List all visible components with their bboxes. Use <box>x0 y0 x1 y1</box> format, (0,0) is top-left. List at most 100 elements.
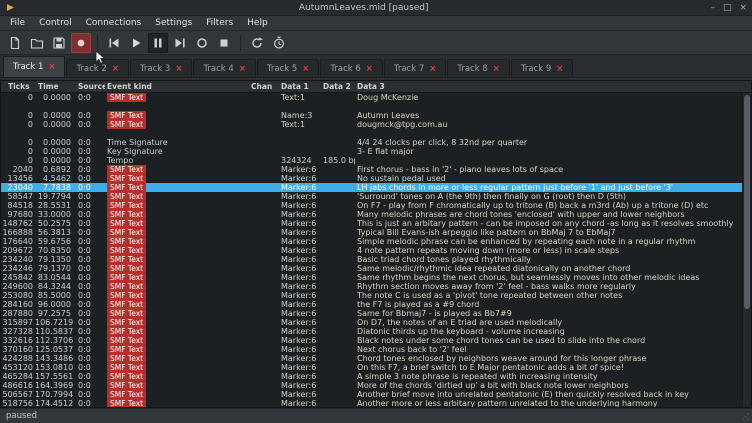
table-row[interactable]: 17664059.67560:0SMF TextMarker:6Simple m… <box>1 237 742 246</box>
table-row[interactable]: 20400.68920:0SMF TextMarker:6First choru… <box>1 165 742 174</box>
table-row[interactable]: 20967270.83500:0SMF TextMarker:64 note p… <box>1 246 742 255</box>
table-row[interactable]: 134564.54620:0SMF TextMarker:6No sustain… <box>1 174 742 183</box>
tab-close-icon[interactable]: × <box>366 65 373 73</box>
table-row[interactable]: 5854719.77940:0SMF TextMarker:6'Surround… <box>1 192 742 201</box>
scrollbar-thumb[interactable] <box>744 95 750 309</box>
tab-track-3[interactable]: Track 3× <box>130 59 192 77</box>
table-row[interactable]: 23424079.13500:0SMF TextMarker:6Basic tr… <box>1 255 742 264</box>
table-row[interactable]: 00.00000:0Time Signature4/4 24 clocks pe… <box>1 138 742 147</box>
cell-time: 70.8350 <box>35 246 75 255</box>
column-header-ticks[interactable]: Ticks <box>1 81 35 92</box>
skip-forward-button[interactable] <box>170 33 190 53</box>
new-file-button[interactable] <box>5 33 25 53</box>
tab-track-9[interactable]: Track 9× <box>511 59 573 77</box>
table-row[interactable]: 370160125.05370:0SMF TextMarker:6Next ch… <box>1 345 742 354</box>
cell-chan <box>251 120 279 129</box>
table-row[interactable]: 230407.78380:0SMF TextMarker:6LH jabs ch… <box>1 183 742 192</box>
tab-close-icon[interactable]: × <box>493 65 500 73</box>
cell-kind: SMF Text <box>105 237 251 246</box>
table-row[interactable]: 24584283.05440:0SMF TextMarker:6Same rhy… <box>1 273 742 282</box>
cell-data2 <box>321 147 355 156</box>
table-row[interactable]: 25308085.50000:0SMF TextMarker:6The note… <box>1 291 742 300</box>
cell-source: 0:0 <box>75 300 105 309</box>
close-button[interactable]: × <box>739 1 747 15</box>
cell-kind: SMF Text <box>105 255 251 264</box>
table-row[interactable]: 506567170.79940:0SMF TextMarker:6Another… <box>1 390 742 399</box>
column-header-data1[interactable]: Data 1 <box>279 81 321 92</box>
record-arm-button[interactable] <box>71 33 91 53</box>
cell-kind: SMF Text <box>105 174 251 183</box>
minimize-button[interactable]: – <box>710 1 715 15</box>
play-button[interactable] <box>126 33 146 53</box>
tab-track-8[interactable]: Track 8× <box>447 59 509 77</box>
tab-track-2[interactable]: Track 2× <box>66 59 128 77</box>
table-row[interactable]: 332616112.37060:0SMF TextMarker:6Black n… <box>1 336 742 345</box>
cell-kind: SMF Text <box>105 93 251 102</box>
timer-button[interactable] <box>269 33 289 53</box>
table-row[interactable]: 16688856.38130:0SMF TextMarker:6Typical … <box>1 228 742 237</box>
record-button[interactable] <box>192 33 212 53</box>
tab-close-icon[interactable]: × <box>239 65 246 73</box>
tab-close-icon[interactable]: × <box>429 65 436 73</box>
table-row[interactable]: 28416096.00000:0SMF TextMarker:6the F7 i… <box>1 300 742 309</box>
table-row[interactable]: 24960084.32440:0SMF TextMarker:6Rhythm s… <box>1 282 742 291</box>
table-row[interactable]: 00.00000:0SMF TextText:1dougmck@tpg.com.… <box>1 120 742 129</box>
loop-button[interactable] <box>247 33 267 53</box>
tab-close-icon[interactable]: × <box>556 65 563 73</box>
tab-track-5[interactable]: Track 5× <box>257 59 319 77</box>
maximize-button[interactable]: □ <box>723 1 732 15</box>
column-header-event-kind[interactable]: Event kind <box>105 81 251 92</box>
menu-item-control[interactable]: Control <box>32 18 79 28</box>
table-row[interactable]: 424288143.34860:0SMF TextMarker:6Chord t… <box>1 354 742 363</box>
table-row[interactable]: 00.00000:0Key Signature3- E flat major <box>1 147 742 156</box>
table-row[interactable]: 453120153.08100:0SMF TextMarker:6On this… <box>1 363 742 372</box>
table-row[interactable]: 518756174.45120:0SMF TextMarker:6Another… <box>1 399 742 407</box>
cell-data1: Marker:6 <box>279 318 321 327</box>
open-file-button[interactable] <box>27 33 47 53</box>
resize-grip[interactable] <box>738 409 752 423</box>
cell-data2 <box>321 165 355 174</box>
skip-backward-button[interactable] <box>104 33 124 53</box>
table-row[interactable]: 9768033.00000:0SMF TextMarker:6Many melo… <box>1 210 742 219</box>
menu-item-settings[interactable]: Settings <box>148 18 199 28</box>
menu-item-filters[interactable]: Filters <box>199 18 240 28</box>
column-header-chan[interactable]: Chan <box>251 81 279 92</box>
table-row[interactable]: 8451828.55310:0SMF TextMarker:6On F7 - p… <box>1 201 742 210</box>
table-row[interactable] <box>1 102 742 111</box>
cell-ticks: 0 <box>1 111 35 120</box>
cell-ticks: 148762 <box>1 219 35 228</box>
table-row[interactable]: 14876250.25750:0SMF TextMarker:6This is … <box>1 219 742 228</box>
column-header-source[interactable]: Source <box>75 81 105 92</box>
column-header-data3[interactable]: Data 3 <box>355 81 751 92</box>
table-row[interactable] <box>1 129 742 138</box>
tab-close-icon[interactable]: × <box>175 65 182 73</box>
column-header-data2[interactable]: Data 2 <box>321 81 355 92</box>
save-file-button[interactable] <box>49 33 69 53</box>
event-kind-chip: SMF Text <box>107 174 146 183</box>
tab-track-1[interactable]: Track 1× <box>3 56 65 77</box>
table-row[interactable]: 00.00000:0SMF TextName:3Autumn Leaves <box>1 111 742 120</box>
stop-button[interactable] <box>214 33 234 53</box>
tab-track-6[interactable]: Track 6× <box>320 59 382 77</box>
table-row[interactable]: 315897106.72190:0SMF TextMarker:6On D7, … <box>1 318 742 327</box>
table-row[interactable]: 00.00000:0Tempo324324185.0 bpm <box>1 156 742 165</box>
tab-track-7[interactable]: Track 7× <box>384 59 446 77</box>
tab-close-icon[interactable]: × <box>48 63 55 71</box>
tab-close-icon[interactable]: × <box>302 65 309 73</box>
cell-time: 0.0000 <box>35 147 75 156</box>
menu-item-file[interactable]: File <box>3 18 32 28</box>
table-row[interactable]: 23424679.13700:0SMF TextMarker:6Same mel… <box>1 264 742 273</box>
table-row[interactable]: 00.00000:0SMF TextText:1Doug McKenzie <box>1 93 742 102</box>
table-row[interactable]: 28788097.25750:0SMF TextMarker:6Same for… <box>1 309 742 318</box>
table-row[interactable]: 486616164.39690:0SMF TextMarker:6More of… <box>1 381 742 390</box>
tab-track-4[interactable]: Track 4× <box>193 59 255 77</box>
table-row[interactable]: 327328110.58370:0SMF TextMarker:6Diatoni… <box>1 327 742 336</box>
vertical-scrollbar[interactable] <box>742 93 751 407</box>
pause-button[interactable] <box>148 33 168 53</box>
menu-item-help[interactable]: Help <box>240 18 275 28</box>
tab-close-icon[interactable]: × <box>112 65 119 73</box>
column-header-time[interactable]: Time <box>35 81 75 92</box>
cell-data3: On this F7, a brief switch to E Major pe… <box>355 363 742 372</box>
menu-item-connections[interactable]: Connections <box>79 18 149 28</box>
table-row[interactable]: 465284157.55610:0SMF TextMarker:6A simpl… <box>1 372 742 381</box>
